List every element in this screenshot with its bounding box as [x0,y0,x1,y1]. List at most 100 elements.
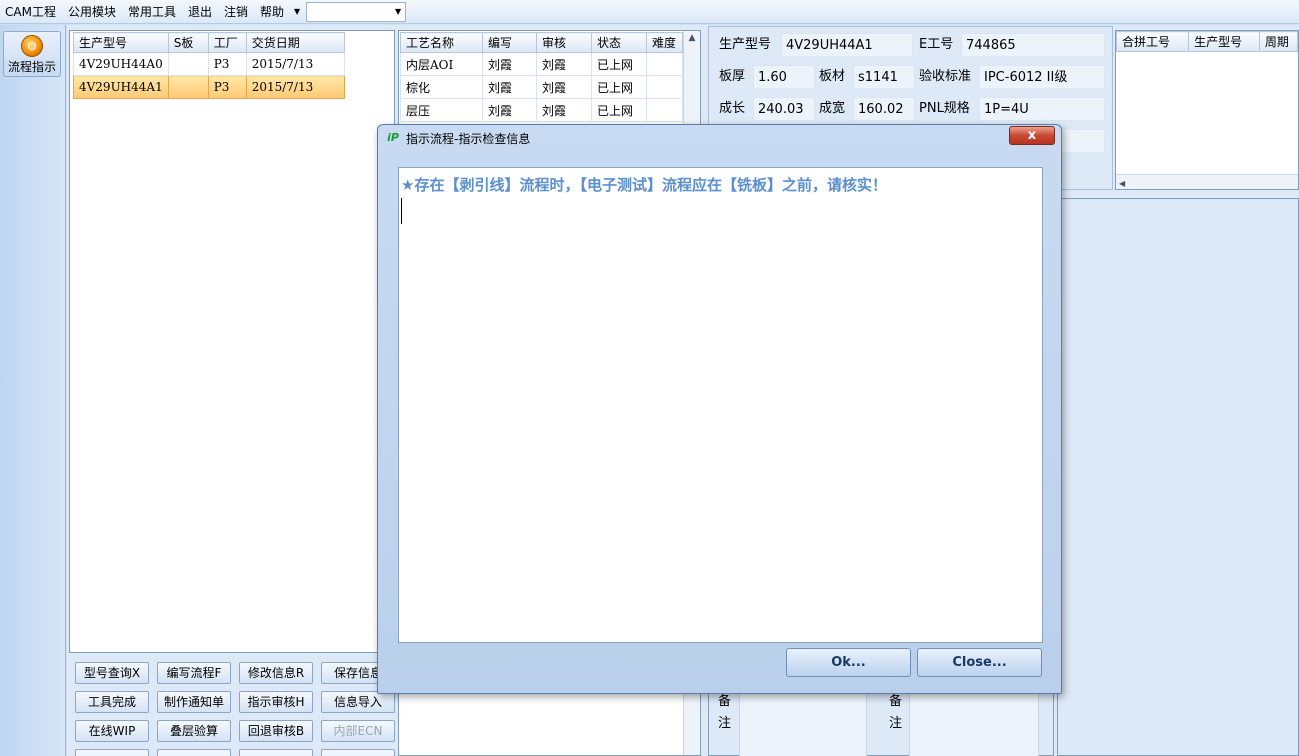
flow-instruction-label: 流程指示 [7,60,56,74]
col-merge-model[interactable]: 生产型号 [1188,31,1260,52]
write-flow-button[interactable]: 编写流程F [157,662,231,684]
value-width[interactable]: 160.02 [853,97,915,121]
col-s-board[interactable]: S板 [167,32,209,53]
process-header-row: 工艺名称 编写 审核 状态 难度 [400,32,683,53]
menu-cam-project[interactable]: CAM工程 [0,1,62,23]
orders-table: 生产型号 S板 工厂 交货日期 4V29UH44A0 P3 2015/7/13 … [73,32,345,99]
merge-header-row: 合拼工号 生产型号 周期 [1115,31,1299,52]
make-notice-button[interactable]: 制作通知单 [157,691,231,713]
cell-difficulty [646,52,683,76]
menu-combo-box[interactable]: ▼ [306,1,407,22]
table-row-selected[interactable]: 4V29UH44A1 P3 2015/7/13 [73,75,345,99]
menu-logout[interactable]: 注销 [218,1,254,23]
tool-complete-button[interactable]: 工具完成 [75,691,149,713]
col-process-name[interactable]: 工艺名称 [400,32,483,53]
cell-status: 已上网 [591,75,647,99]
cell-writer: 刘霞 [482,75,537,99]
cell-writer: 刘霞 [482,98,537,122]
chevron-down-icon[interactable]: ▼ [391,3,405,21]
cell-model: 4V29UH44A0 [73,52,169,76]
partial-button-4[interactable] [321,749,395,756]
col-merge-cycle[interactable]: 周期 [1258,31,1299,52]
rollback-review-button[interactable]: 回退审核B [239,720,313,742]
cell-reviewer: 刘霞 [536,52,592,76]
merge-grid: 合拼工号 生产型号 周期 ◀ [1115,30,1299,190]
menu-common-module[interactable]: 公用模块 [62,1,122,23]
online-wip-button[interactable]: 在线WIP [75,720,149,742]
col-difficulty[interactable]: 难度 [646,32,683,53]
remark-a-field[interactable] [739,687,867,756]
table-row[interactable]: 4V29UH44A0 P3 2015/7/13 [73,52,345,76]
scroll-up-icon[interactable]: ▲ [684,31,700,45]
label-standard: 验收标准 [919,69,972,84]
left-nav: ◍ 流程指示 [0,25,66,756]
dialog-title: 指示流程-指示检查信息 [406,132,531,146]
value-thickness[interactable]: 1.60 [753,65,815,89]
value-length[interactable]: 240.03 [753,97,815,121]
remarks-panel: 备注 备注 [708,686,1054,756]
col-status[interactable]: 状态 [591,32,647,53]
instruction-review-button[interactable]: 指示审核H [239,691,313,713]
label-length: 成长 [719,101,746,116]
menu-help[interactable]: 帮助 [254,1,290,23]
stack-check-button[interactable]: 叠层验算 [157,720,231,742]
table-row[interactable]: 层压 刘霞 刘霞 已上网 [400,98,683,122]
cell-model: 4V29UH44A1 [73,75,169,99]
label-ework: E工号 [919,37,954,52]
dialog-titlebar[interactable]: iP 指示流程-指示检查信息 x [378,125,1061,151]
text-caret [401,198,402,224]
dialog-message: ★存在【剥引线】流程时，【电子测试】流程应在【铣板】之前，请核实！ [401,176,887,194]
col-writer[interactable]: 编写 [482,32,537,53]
menu-bar: CAM工程 公用模块 常用工具 退出 注销 帮助 ▼ ▼ [0,0,1299,24]
cell-writer: 刘霞 [482,52,537,76]
merge-table: 合拼工号 生产型号 周期 [1115,31,1299,52]
table-row[interactable]: 棕化 刘霞 刘霞 已上网 [400,75,683,99]
col-delivery-date[interactable]: 交货日期 [245,32,345,53]
col-reviewer[interactable]: 审核 [536,32,592,53]
modify-info-button[interactable]: 修改信息R [239,662,313,684]
merge-hscrollbar[interactable]: ◀ [1116,174,1298,189]
partial-button-1[interactable] [75,749,149,756]
ok-button[interactable]: Ok... [786,648,911,677]
remark-b-field[interactable] [909,687,1039,756]
label-thickness: 板厚 [719,69,746,84]
scroll-left-icon[interactable]: ◀ [1116,179,1125,188]
remark-a-label: 备注 [718,694,732,731]
value-standard[interactable]: IPC-6012 II级 [979,65,1105,89]
label-pnl: PNL规格 [919,101,970,116]
orders-grid: 生产型号 S板 工厂 交货日期 4V29UH44A0 P3 2015/7/13 … [69,30,395,653]
value-model[interactable]: 4V29UH44A1 [781,33,913,57]
col-model[interactable]: 生产型号 [73,32,169,53]
value-material[interactable]: s1141 [853,65,915,89]
value-ework[interactable]: 744865 [961,33,1105,57]
cell-reviewer: 刘霞 [536,98,592,122]
value-pnl[interactable]: 1P=4U [979,97,1105,121]
col-merge-ework[interactable]: 合拼工号 [1115,31,1190,52]
info-import-button[interactable]: 信息导入 [321,691,395,713]
partial-button-3[interactable] [239,749,313,756]
app-logo-icon: iP [387,131,399,144]
close-icon[interactable]: x [1009,126,1055,145]
internal-ecn-button[interactable]: 内部ECN [321,720,395,742]
menu-exit[interactable]: 退出 [182,1,218,23]
cell-process: 棕化 [400,75,483,99]
menu-dropdown-arrow-icon[interactable]: ▼ [290,7,304,16]
col-factory[interactable]: 工厂 [207,32,247,53]
cell-difficulty [646,98,683,122]
cell-status: 已上网 [591,98,647,122]
partial-button-2[interactable] [157,749,231,756]
label-material: 板材 [819,69,846,84]
cell-difficulty [646,75,683,99]
process-table: 工艺名称 编写 审核 状态 难度 内层AOI 刘霞 刘霞 已上网 棕化 刘霞 刘… [400,32,683,122]
menu-common-tools[interactable]: 常用工具 [122,1,182,23]
model-query-button[interactable]: 型号查询X [75,662,149,684]
table-row[interactable]: 内层AOI 刘霞 刘霞 已上网 [400,52,683,76]
cell-factory: P3 [207,75,247,99]
flow-instruction-button[interactable]: ◍ 流程指示 [3,31,61,77]
close-button[interactable]: Close... [917,648,1042,677]
check-info-dialog: iP 指示流程-指示检查信息 x ★存在【剥引线】流程时，【电子测试】流程应在【… [377,124,1062,694]
dialog-message-box[interactable]: ★存在【剥引线】流程时，【电子测试】流程应在【铣板】之前，请核实！ [398,167,1043,643]
cell-s-board [167,52,209,76]
cell-status: 已上网 [591,52,647,76]
cell-reviewer: 刘霞 [536,75,592,99]
